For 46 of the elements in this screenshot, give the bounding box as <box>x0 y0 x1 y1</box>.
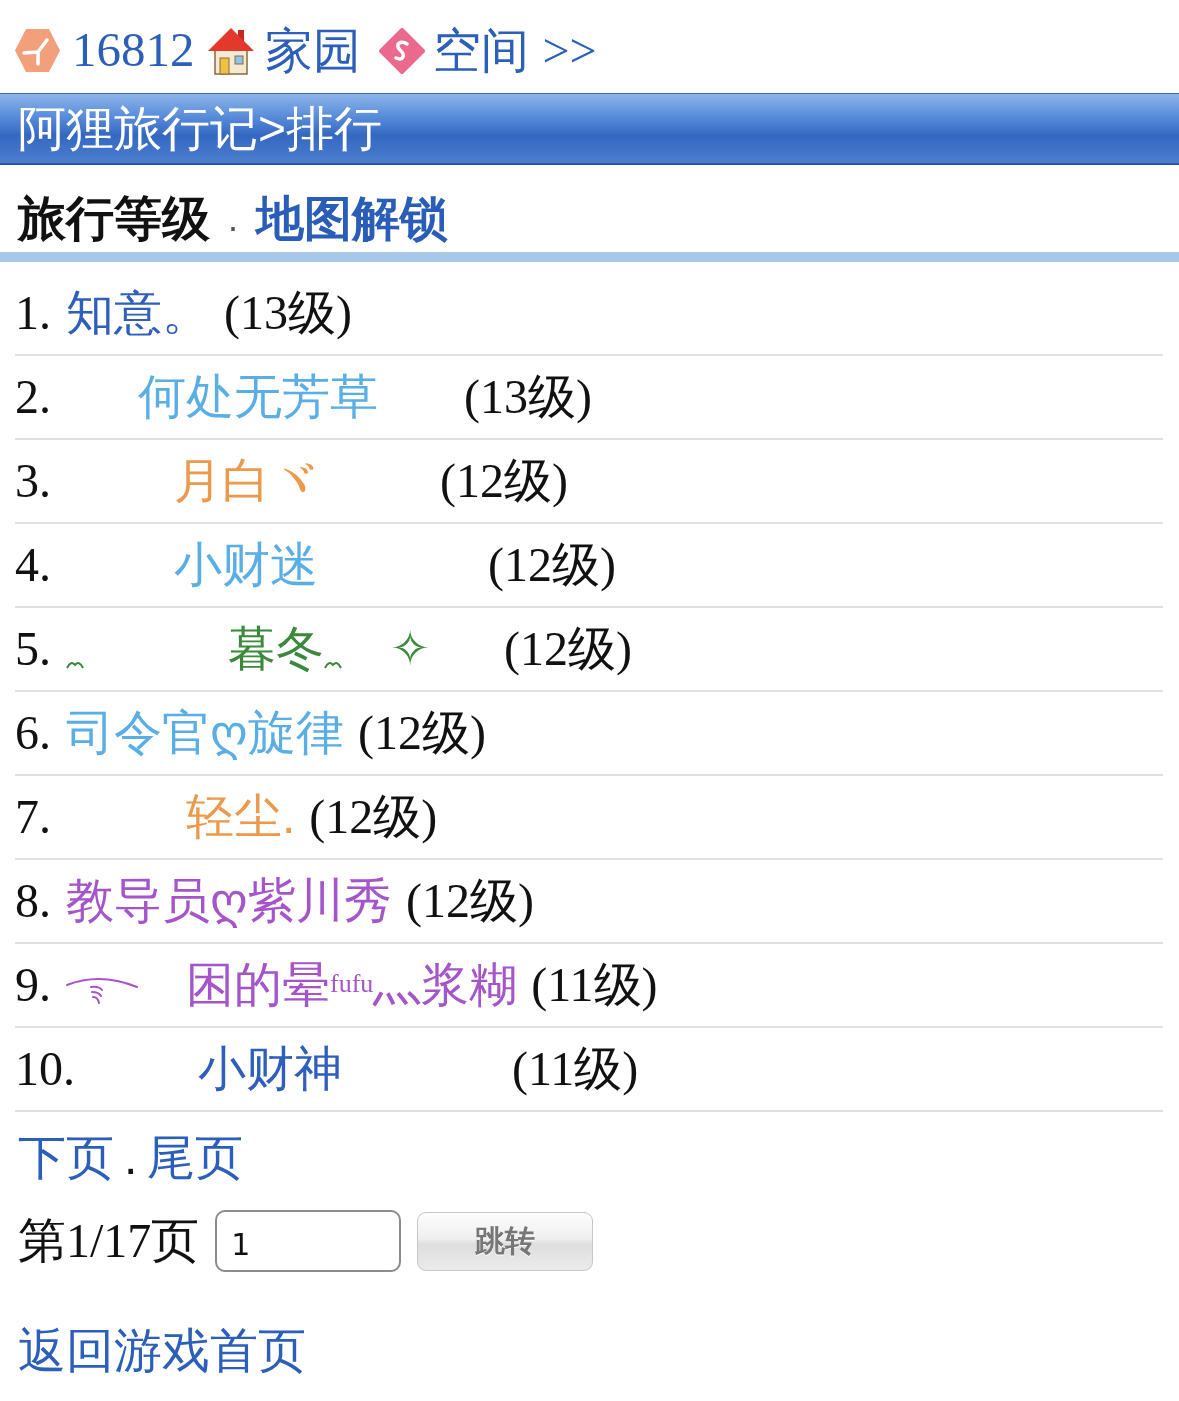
player-name[interactable]: ✧ <box>390 622 430 675</box>
wave-mark-icon <box>324 659 342 671</box>
rank-number: 9. <box>15 958 51 1011</box>
level-label: (12级) <box>504 622 632 675</box>
level-label: (11级) <box>512 1042 639 1095</box>
rank-number: 10. <box>15 1042 75 1095</box>
level-label: (12级) <box>358 706 486 759</box>
diamond-icon <box>378 27 425 74</box>
rank-number: 5. <box>15 622 51 675</box>
player-name[interactable]: 暮冬 <box>228 622 324 675</box>
points-link[interactable]: 16812 <box>72 21 195 80</box>
rank-number: 8. <box>15 874 51 927</box>
level-label: (12级) <box>406 874 534 927</box>
page-title: 阿狸旅行记>排行 <box>18 100 383 157</box>
level-label: (12级) <box>488 538 616 591</box>
level-label: (11级) <box>531 958 658 1011</box>
pager-link[interactable]: 尾页 <box>147 1131 244 1184</box>
nav-link[interactable]: 家园 <box>264 21 361 80</box>
rank-number: 7. <box>15 790 51 843</box>
player-name[interactable]: 教导员ღ紫川秀 <box>66 874 392 927</box>
level-label: (13级) <box>464 370 592 423</box>
pager-link[interactable]: 下页 <box>18 1131 114 1184</box>
separator-dot: . <box>124 1131 138 1184</box>
tab[interactable]: 地图解锁 <box>256 189 448 248</box>
more-link[interactable]: >> <box>542 21 597 80</box>
level-label: (12级) <box>309 790 438 843</box>
curve-mark-icon <box>66 975 138 1005</box>
player-name[interactable]: 知意。 <box>66 286 210 339</box>
page-info: 第1/17页 <box>18 1213 200 1270</box>
nav-link[interactable]: 空间 <box>432 21 529 80</box>
player-name[interactable]: 小财神 <box>198 1042 342 1095</box>
house-icon <box>206 26 255 75</box>
separator-dot: . <box>228 196 238 241</box>
rank-number: 3. <box>15 454 51 507</box>
level-label: (12级) <box>440 454 568 507</box>
tab[interactable]: 旅行等级 <box>18 189 210 248</box>
rank-number: 4. <box>15 538 51 591</box>
hexagon-icon <box>15 28 60 73</box>
back-link[interactable]: 返回游戏首页 <box>18 1324 306 1377</box>
wave-mark-icon <box>66 659 84 671</box>
rank-number: 2. <box>15 370 51 423</box>
level-label: (13级) <box>224 286 352 339</box>
rank-number: 1. <box>15 286 51 339</box>
player-name[interactable]: 困的晕$^{fufu}$灬浆糊 <box>186 958 518 1011</box>
page-input[interactable]: 1 <box>215 1210 402 1272</box>
rank-number: 6. <box>15 706 51 759</box>
